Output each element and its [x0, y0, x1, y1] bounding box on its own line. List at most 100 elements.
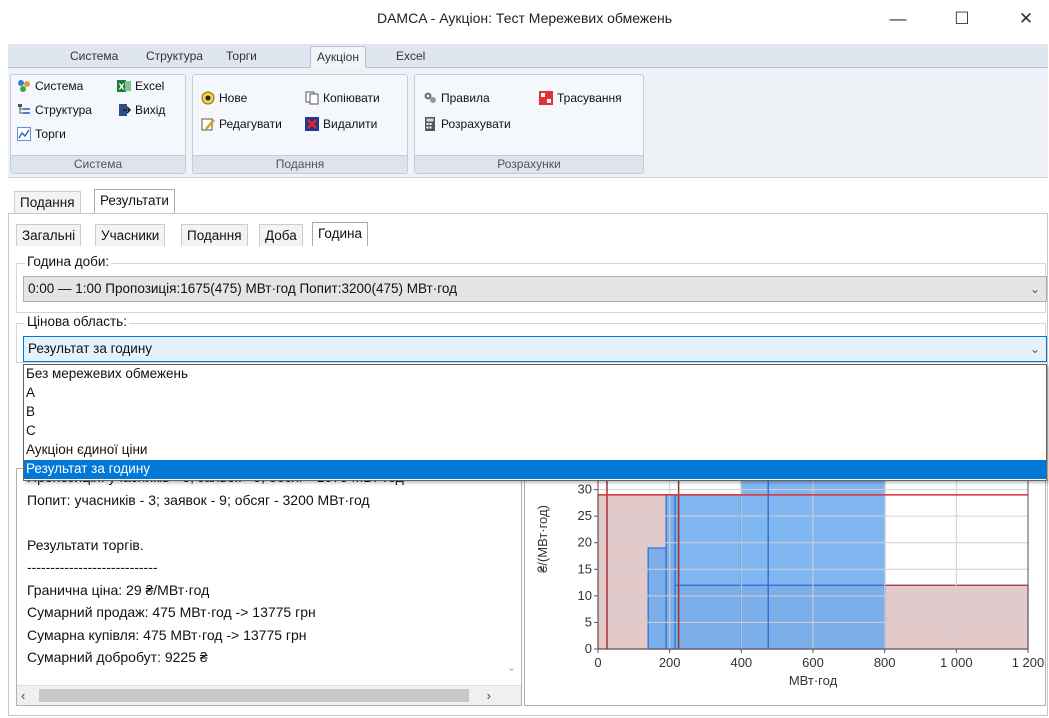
dropdown-option-a[interactable]: A: [24, 384, 1046, 403]
new-icon: [201, 91, 215, 105]
system-button[interactable]: Система: [17, 79, 83, 93]
ribbon-tab-trading[interactable]: Торги: [220, 46, 263, 68]
copy-button[interactable]: Копіювати: [305, 91, 380, 105]
ribbon-panel: Система X Excel Структура Вихід Торги Си…: [8, 68, 1048, 178]
edit-icon: [201, 117, 215, 131]
x-tick-label: 1 200: [1012, 655, 1045, 670]
dropdown-option-b[interactable]: B: [24, 403, 1046, 422]
exit-button[interactable]: Вихід: [117, 103, 165, 117]
scroll-down-arrow-icon[interactable]: ⌄: [507, 661, 517, 674]
copy-icon: [305, 91, 319, 105]
tab-day[interactable]: Доба: [259, 224, 303, 246]
x-tick-label: 400: [730, 655, 752, 670]
ribbon-tab-system[interactable]: Система: [64, 46, 124, 68]
scroll-right-arrow-icon[interactable]: ›: [487, 688, 491, 703]
tab-hour[interactable]: Година: [312, 222, 369, 246]
trading-button[interactable]: Торги: [17, 127, 66, 141]
edit-button[interactable]: Редагувати: [201, 117, 282, 131]
excel-button[interactable]: X Excel: [117, 79, 164, 93]
tracing-button-label: Трасування: [557, 91, 622, 105]
report-line: Сумарний продаж: 475 МВт·год -> 13775 гр…: [27, 604, 316, 620]
tab-submissions-inner[interactable]: Подання: [181, 224, 248, 246]
hour-select-value: 0:00 — 1:00 Пропозиція:1675(475) МВт·год…: [28, 281, 457, 296]
x-axis-label: МВт·год: [789, 673, 838, 688]
price-area-select-value: Результат за годину: [28, 341, 153, 356]
chevron-down-icon: ⌄: [1029, 282, 1040, 296]
dropdown-option-no-constraints[interactable]: Без мережевих обмежень: [24, 365, 1046, 384]
price-chart: 0510152025303502004006008001 0001 200МВт…: [524, 468, 1046, 706]
excel-button-label: Excel: [135, 79, 165, 93]
ribbon-group-calculations: Правила Трасування Розрахувати Розрахунк…: [414, 74, 644, 174]
system-button-label: Система: [35, 79, 84, 93]
ribbon-group-submissions: Нове Копіювати Редагувати Видалити Подан…: [192, 74, 408, 174]
x-tick-label: 200: [659, 655, 681, 670]
hour-group-legend: Година доби:: [25, 254, 112, 269]
ribbon-tab-strip: Система Структура Торги Аукціон Excel: [8, 44, 1048, 68]
svg-text:X: X: [119, 83, 126, 92]
price-area-select[interactable]: Результат за годину ⌄: [23, 336, 1047, 362]
copy-button-label: Копіювати: [323, 91, 380, 105]
tracing-icon: [539, 91, 553, 105]
x-tick-label: 0: [594, 655, 601, 670]
calculate-button-label: Розрахувати: [441, 117, 511, 131]
report-text: Пропозиція: учасників - 3; заявок - 9; о…: [27, 469, 404, 672]
minimize-button[interactable]: —: [878, 6, 918, 32]
horizontal-scrollbar[interactable]: ‹ ›: [17, 685, 521, 705]
dropdown-option-single-price[interactable]: Аукціон єдиної ціни: [24, 441, 1046, 460]
report-line: Результати торгів.: [27, 536, 144, 553]
delete-button-label: Видалити: [323, 117, 378, 131]
ribbon-tab-excel[interactable]: Excel: [390, 46, 431, 68]
trading-button-label: Торги: [35, 127, 66, 141]
ribbon-tab-structure[interactable]: Структура: [140, 46, 209, 68]
chart-icon: [17, 127, 31, 141]
y-tick-label: 25: [578, 508, 592, 523]
tab-participants[interactable]: Учасники: [95, 224, 166, 246]
rules-icon: [423, 91, 437, 105]
tab-general[interactable]: Загальні: [16, 224, 82, 246]
tracing-button[interactable]: Трасування: [539, 91, 622, 105]
report-line: Гранична ціна: 29 ₴/МВт·год: [27, 581, 210, 598]
ribbon-group-submissions-label: Подання: [193, 155, 407, 173]
report-line: ----------------------------: [27, 559, 158, 575]
ribbon-group-system: Система X Excel Структура Вихід Торги Си…: [10, 74, 186, 174]
y-tick-label: 5: [585, 614, 592, 629]
new-button[interactable]: Нове: [201, 91, 247, 105]
dropdown-option-c[interactable]: C: [24, 422, 1046, 441]
x-tick-label: 800: [874, 655, 896, 670]
chevron-down-icon: ⌄: [1029, 342, 1040, 356]
x-tick-label: 1 000: [940, 655, 973, 670]
y-tick-label: 10: [578, 588, 592, 603]
x-tick-label: 600: [802, 655, 824, 670]
ribbon-tab-auction[interactable]: Аукціон: [310, 46, 366, 68]
supply-bar: [665, 494, 676, 650]
report-line: Сумарний добробут: 9225 ₴: [27, 649, 208, 665]
excel-icon: X: [117, 79, 131, 93]
price-chart-svg: 0510152025303502004006008001 0001 200МВт…: [535, 469, 1045, 688]
y-axis-label: ₴/(МВт·год): [535, 505, 550, 573]
report-line: Попит: учасників - 3; заявок - 9; обсяг …: [27, 491, 370, 508]
calculate-button[interactable]: Розрахувати: [423, 117, 511, 131]
price-area-legend: Цінова область:: [25, 314, 129, 329]
y-tick-label: 20: [578, 535, 592, 550]
rules-button[interactable]: Правила: [423, 91, 490, 105]
hour-select[interactable]: 0:00 — 1:00 Пропозиція:1675(475) МВт·год…: [23, 276, 1047, 302]
price-area-dropdown-list[interactable]: Без мережевих обмежень A B C Аукціон єди…: [23, 364, 1047, 481]
report-line: Сумарна купівля: 475 МВт·год -> 13775 гр…: [27, 626, 307, 643]
close-button[interactable]: ✕: [1006, 6, 1046, 32]
rules-button-label: Правила: [441, 91, 490, 105]
calculator-icon: [423, 117, 437, 131]
structure-button[interactable]: Структура: [17, 103, 92, 117]
tab-submissions[interactable]: Подання: [14, 191, 81, 213]
y-tick-label: 0: [585, 641, 592, 656]
exit-button-label: Вихід: [135, 103, 166, 117]
scroll-left-arrow-icon[interactable]: ‹: [21, 688, 25, 703]
delete-icon: [305, 117, 319, 131]
delete-button[interactable]: Видалити: [305, 117, 377, 131]
report-textarea[interactable]: Пропозиція: учасників - 3; заявок - 9; о…: [16, 468, 522, 706]
tab-trading-results[interactable]: Результати торгів: [94, 189, 175, 229]
maximize-button[interactable]: ☐: [942, 6, 982, 32]
exit-icon: [117, 103, 132, 117]
scrollbar-thumb[interactable]: [39, 689, 469, 702]
ribbon-group-system-label: Система: [11, 155, 185, 173]
dropdown-option-hour-result[interactable]: Результат за годину: [24, 460, 1046, 479]
